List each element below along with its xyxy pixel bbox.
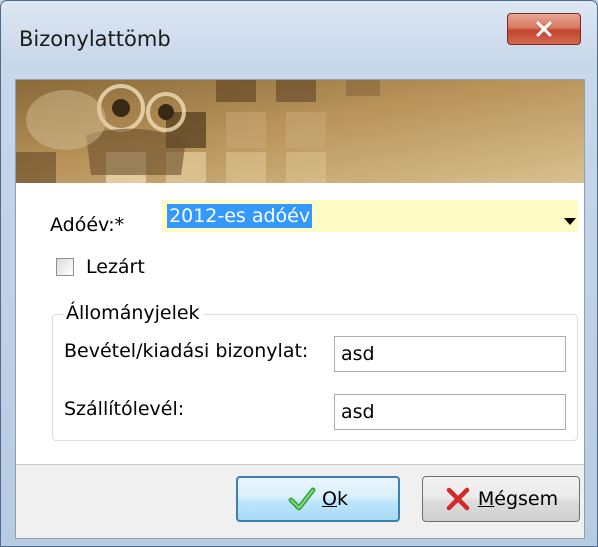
delivery-note-label: Szállítólevél:: [64, 398, 185, 420]
chevron-down-icon[interactable]: [564, 218, 576, 225]
receipt-field-label: Bevétel/kiadási bizonylat:: [64, 340, 309, 362]
groupbox-title: Állományjelek: [64, 302, 204, 324]
red-x-icon: [446, 487, 470, 511]
receipt-input[interactable]: asd: [334, 336, 566, 372]
dialog-client: Adóév:* 2012-es adóév Lezárt Állományjel…: [15, 79, 585, 539]
cancel-button-label: Mégsem: [477, 488, 559, 510]
cancel-button[interactable]: Mégsem: [422, 476, 580, 522]
delivery-note-input[interactable]: asd: [334, 394, 566, 430]
year-combobox[interactable]: 2012-es adóév: [162, 200, 578, 232]
close-button[interactable]: [507, 13, 581, 45]
green-check-icon: [288, 487, 316, 511]
footer-divider: [16, 464, 584, 465]
year-label: Adóév:*: [50, 214, 125, 236]
dialog-window: Bizonylattömb Adóév:* 2012-es adóév Lezá…: [0, 0, 598, 547]
receipt-input-value: asd: [341, 343, 375, 365]
closed-checkbox[interactable]: [56, 258, 74, 276]
banner-image: [16, 80, 584, 183]
window-title: Bizonylattömb: [19, 27, 171, 51]
ok-button[interactable]: Ok: [236, 476, 400, 522]
year-combobox-value: 2012-es adóév: [167, 204, 313, 228]
closed-checkbox-label[interactable]: Lezárt: [86, 256, 145, 278]
ok-button-label: Ok: [322, 488, 348, 510]
title-bar[interactable]: Bizonylattömb: [1, 1, 597, 79]
close-x-icon: [536, 21, 552, 37]
delivery-note-input-value: asd: [341, 401, 375, 423]
